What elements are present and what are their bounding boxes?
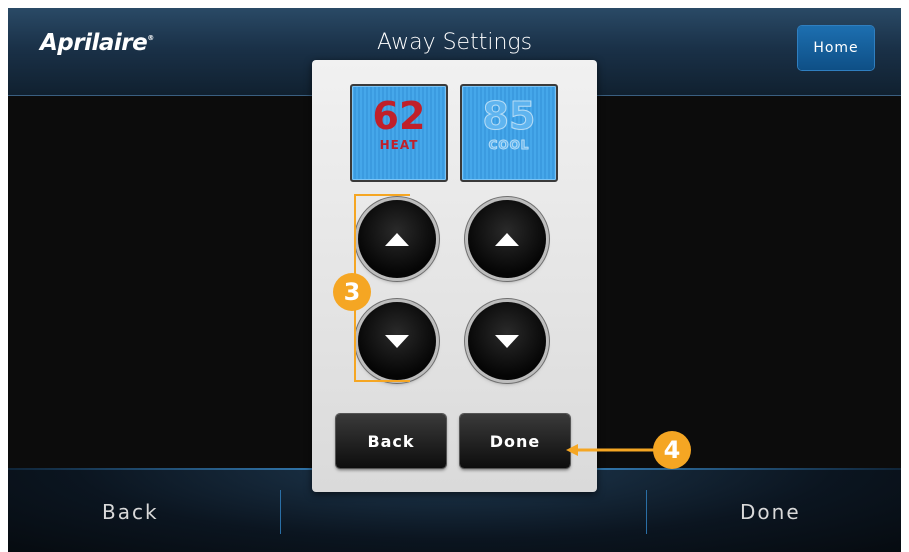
dialog-back-button[interactable]: Back [336,414,446,468]
cool-setpoint-value: 85 [482,94,536,138]
down-arrow-icon [495,335,519,348]
dialog-done-button[interactable]: Done [460,414,570,468]
heat-setpoint-value: 62 [372,94,426,138]
step-4-callout: 4 [653,431,691,469]
cool-down-button[interactable] [468,302,546,380]
cool-up-button[interactable] [468,200,546,278]
callout-arrow-icon [566,444,656,456]
page-title: Away Settings [376,30,533,55]
softkey-divider-left [280,490,281,534]
up-arrow-icon [495,233,519,246]
step-3-callout: 3 [333,273,371,311]
cool-label: COOL [488,138,530,153]
heat-label: HEAT [379,138,419,152]
heat-setpoint-display: 62 HEAT [350,84,448,182]
home-button[interactable]: Home [798,26,874,70]
cool-setpoint-display: 85 COOL [460,84,558,182]
softkey-divider-right [646,490,647,534]
softkey-done[interactable]: Done [740,500,801,524]
softkey-back[interactable]: Back [102,500,159,524]
